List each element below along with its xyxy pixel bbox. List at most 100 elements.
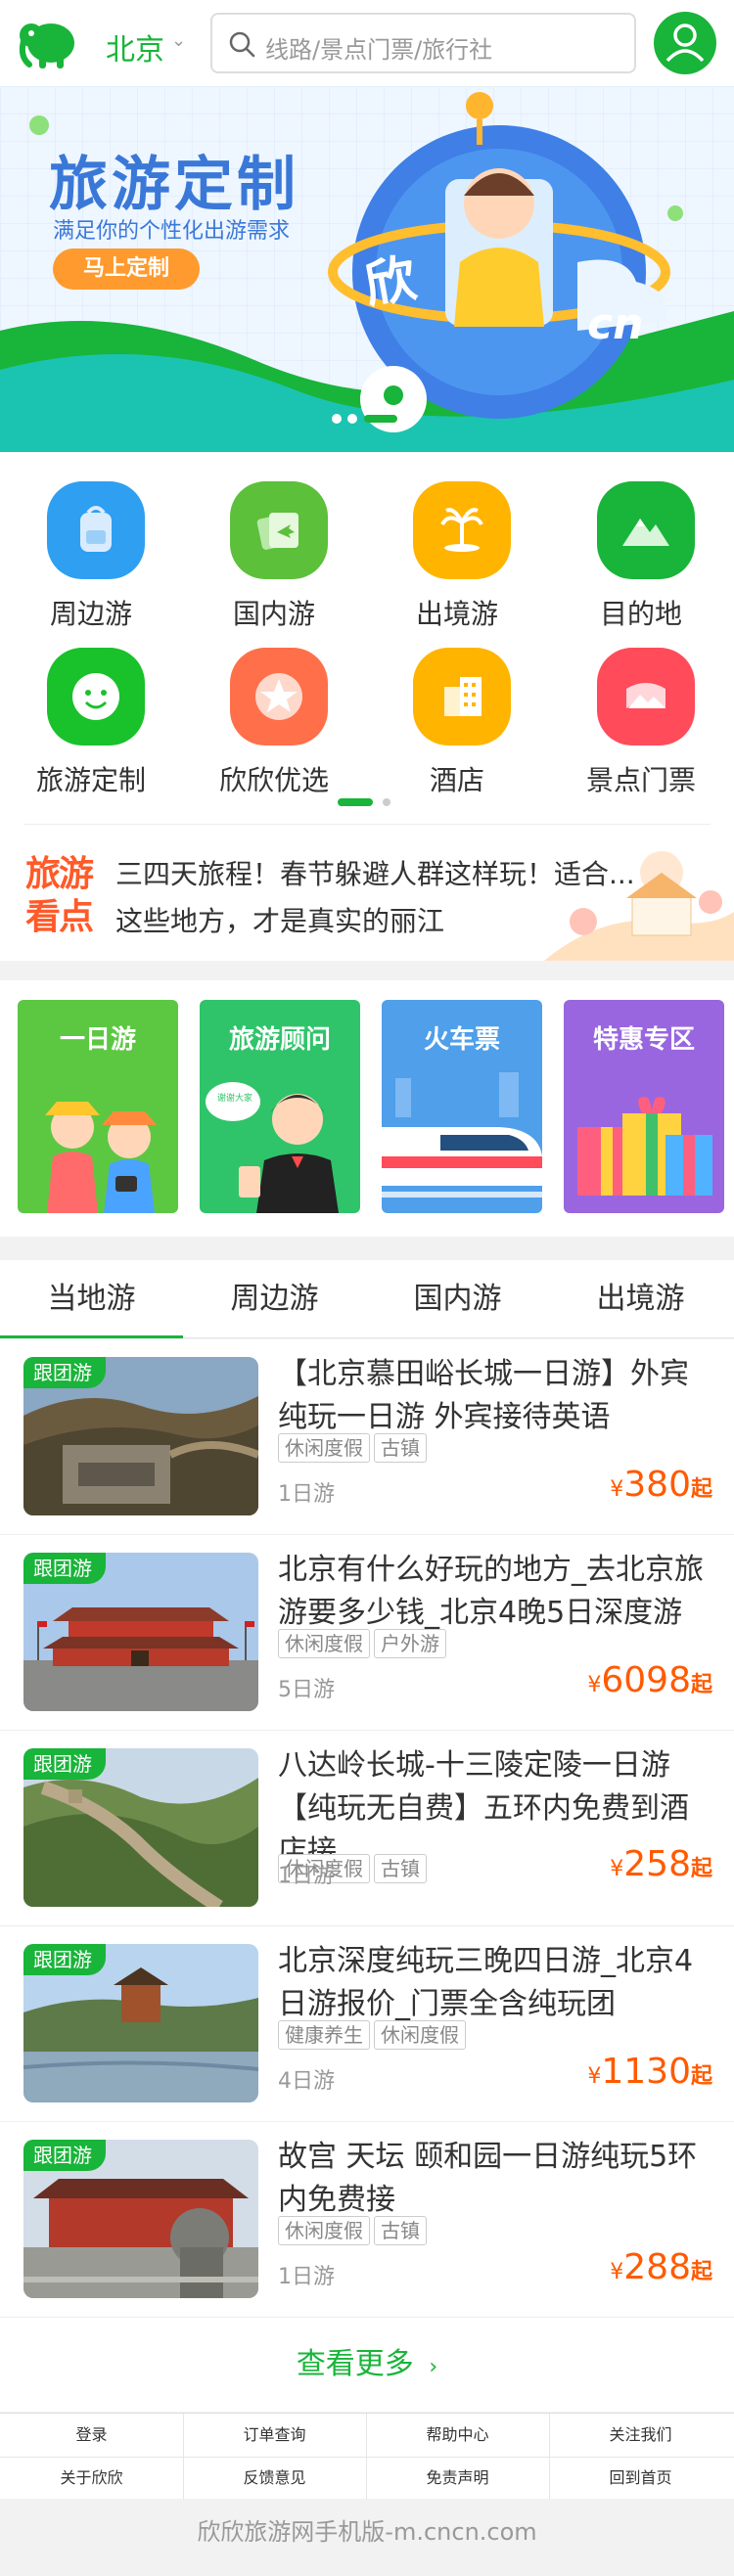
nav-label: 欣欣优选	[218, 764, 329, 796]
card-title: 旅游顾问	[228, 1025, 331, 1055]
search-input[interactable]: 线路/景点门票/旅行社	[265, 30, 492, 65]
footer-link-about[interactable]: 关于欣欣	[0, 2457, 183, 2500]
tour-duration: 1日游	[278, 2265, 335, 2289]
tour-thumbnail[interactable]: 跟团游	[23, 1944, 258, 2102]
nav-label: 酒店	[429, 764, 484, 796]
promo-banner[interactable]: 欣 cn 旅游定制 满足你的个性化出游需求 马上定制	[0, 86, 734, 452]
user-avatar-button[interactable]	[654, 12, 716, 74]
footer-link-follow[interactable]: 关注我们	[549, 2414, 732, 2457]
tour-list-item[interactable]: 跟团游 故宫 天坛 颐和园一日游纯玩5环内免费接 休闲度假 古镇 1日游 ¥28…	[0, 2122, 734, 2318]
elephant-logo-icon[interactable]	[18, 14, 80, 72]
price-value: 380	[623, 1465, 691, 1505]
card-day-tour[interactable]: 一日游	[18, 1000, 178, 1213]
palm-island-icon	[413, 481, 511, 579]
mountain-icon	[597, 481, 695, 579]
price-suffix: 起	[690, 1477, 712, 1502]
footer-link-login[interactable]: 登录	[0, 2414, 183, 2457]
top-header: 北京 ⌄ 线路/景点门票/旅行社	[0, 0, 734, 86]
tour-thumbnail[interactable]: 跟团游	[23, 2140, 258, 2298]
tour-duration: 5日游	[278, 1678, 335, 1702]
price-suffix: 起	[690, 2064, 712, 2089]
tour-tag: 健康养生	[278, 2020, 370, 2050]
nav-item-destination[interactable]: 目的地	[568, 481, 714, 638]
tour-tag: 休闲度假	[278, 1433, 370, 1463]
divider	[366, 2414, 367, 2500]
nav-item-custom-tour[interactable]: 旅游定制	[18, 648, 164, 804]
tour-tag: 古镇	[374, 2216, 427, 2245]
nav-label: 国内游	[232, 598, 315, 630]
consultant-illustration	[206, 1082, 339, 1213]
tour-duration: 1日游	[278, 1864, 335, 1888]
nav-label: 出境游	[415, 598, 498, 630]
tour-type-badge: 跟团游	[23, 1944, 106, 1975]
active-tab-indicator	[0, 1335, 183, 1338]
price-value: 258	[623, 1844, 691, 1884]
plane-ticket-icon	[230, 481, 328, 579]
tour-title[interactable]: 故宫 天坛 颐和园一日游纯玩5环内免费接	[278, 2136, 709, 2222]
headline-item[interactable]: 这些地方，才是真实的丽江	[115, 900, 444, 939]
tab-domestic-tour[interactable]: 国内游	[366, 1260, 549, 1338]
tour-tag: 休闲度假	[374, 2020, 466, 2050]
tour-tag: 休闲度假	[278, 1629, 370, 1658]
tour-title[interactable]: 北京深度纯玩三晚四日游_北京4日游报价_门票全含纯玩团	[278, 1940, 709, 2026]
tour-list-item[interactable]: 跟团游 【北京慕田峪长城一日游】外宾纯玩一日游 外宾接待英语 休闲度假 古镇 1…	[0, 1339, 734, 1535]
tour-list-item[interactable]: 跟团游 八达岭长城-十三陵定陵一日游【纯玩无自费】五环内免费到酒店接 休闲度假 …	[0, 1731, 734, 1926]
tour-thumbnail[interactable]: 跟团游	[23, 1553, 258, 1711]
footer-link-help[interactable]: 帮助中心	[366, 2414, 549, 2457]
card-title: 一日游	[59, 1025, 136, 1055]
tour-list-item[interactable]: 跟团游 北京有什么好玩的地方_去北京旅游要多少钱_北京4晚5日深度游 休闲度假 …	[0, 1535, 734, 1731]
tour-title[interactable]: 北京有什么好玩的地方_去北京旅游要多少钱_北京4晚5日深度游	[278, 1549, 709, 1635]
tour-thumbnail[interactable]: 跟团游	[23, 1357, 258, 1515]
chevron-down-icon[interactable]: ⌄	[171, 30, 186, 51]
tour-list-item[interactable]: 跟团游 北京深度纯玩三晚四日游_北京4日游报价_门票全含纯玩团 健康养生 休闲度…	[0, 1926, 734, 2122]
divider	[23, 824, 711, 825]
view-more-link[interactable]: 查看更多 ›	[0, 2318, 734, 2412]
card-train-tickets[interactable]: 火车票	[382, 1000, 542, 1213]
tab-surrounding-tour[interactable]: 周边游	[183, 1260, 366, 1338]
price-value: 288	[623, 2247, 691, 2287]
customize-now-button[interactable]: 马上定制	[53, 249, 200, 290]
card-special-offers[interactable]: 特惠专区	[564, 1000, 724, 1213]
nav-item-attraction-tickets[interactable]: 景点门票	[568, 648, 714, 804]
building-icon	[413, 648, 511, 746]
tour-title[interactable]: 【北京慕田峪长城一日游】外宾纯玩一日游 外宾接待英语	[278, 1353, 709, 1439]
tour-type-badge: 跟团游	[23, 1748, 106, 1780]
divider	[0, 2457, 734, 2458]
footer-link-feedback[interactable]: 反馈意见	[183, 2457, 366, 2500]
tour-thumbnail[interactable]: 跟团游	[23, 1748, 258, 1907]
banner-title: 旅游定制	[49, 151, 299, 219]
tour-price: ¥288起	[610, 2247, 712, 2287]
price-suffix: 起	[690, 1857, 712, 1881]
card-title: 特惠专区	[592, 1025, 695, 1055]
nav-item-hotel[interactable]: 酒店	[384, 648, 530, 804]
nav-item-surrounding-tour[interactable]: 周边游	[18, 481, 164, 638]
search-bar[interactable]: 线路/景点门票/旅行社	[210, 13, 636, 73]
currency-symbol: ¥	[587, 2064, 602, 2089]
tour-price: ¥258起	[610, 1844, 712, 1884]
tour-duration: 1日游	[278, 1482, 335, 1507]
price-value: 1130	[601, 2052, 691, 2092]
tab-local-tour[interactable]: 当地游	[0, 1260, 183, 1338]
nav-label: 目的地	[599, 598, 682, 630]
footer-link-orders[interactable]: 订单查询	[183, 2414, 366, 2457]
tour-tag: 休闲度假	[278, 2216, 370, 2245]
currency-symbol: ¥	[610, 1477, 624, 1502]
footer-link-home[interactable]: 回到首页	[549, 2457, 732, 2500]
category-nav: 周边游 国内游 出境游 目的地 旅游定制 欣欣优选 酒店 景点门票 旅游 看点 …	[0, 452, 734, 961]
tour-tag: 古镇	[374, 1433, 427, 1463]
train-illustration	[382, 1072, 542, 1198]
tab-outbound-tour[interactable]: 出境游	[549, 1260, 732, 1338]
tour-tag: 古镇	[374, 1854, 427, 1883]
travel-news-logo[interactable]: 旅游 看点	[23, 845, 102, 939]
card-travel-consultant[interactable]: 旅游顾问 谢谢大家	[200, 1000, 360, 1213]
footer-link-disclaimer[interactable]: 免责声明	[366, 2457, 549, 2500]
city-selector[interactable]: 北京	[106, 25, 164, 68]
nav-item-selection[interactable]: 欣欣优选	[201, 648, 347, 804]
nav-item-domestic-tour[interactable]: 国内游	[201, 481, 347, 638]
travel-news-logo-line2: 看点	[25, 897, 94, 937]
tour-price: ¥1130起	[587, 2052, 712, 2092]
banner-circle-text-2: cn	[587, 299, 644, 349]
nav-item-outbound-tour[interactable]: 出境游	[384, 481, 530, 638]
nav-label: 旅游定制	[35, 764, 146, 796]
footer-links: 登录 订单查询 帮助中心 关注我们 关于欣欣 反馈意见 免责声明 回到首页	[0, 2413, 734, 2500]
